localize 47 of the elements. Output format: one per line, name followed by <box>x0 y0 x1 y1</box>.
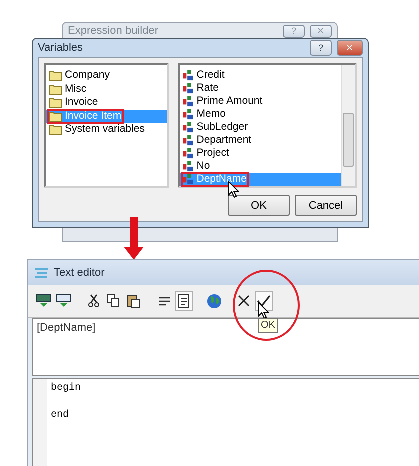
category-item[interactable]: Misc <box>46 82 167 96</box>
variable-item[interactable]: Rate <box>180 82 341 95</box>
down-arrow <box>124 217 144 260</box>
screen-icon <box>56 294 72 308</box>
align-icon <box>158 296 170 306</box>
code-editor[interactable]: begin end <box>47 379 86 466</box>
variable-icon <box>182 109 194 120</box>
variable-icon <box>182 83 194 94</box>
copy-icon <box>107 294 121 308</box>
check-icon <box>257 295 271 307</box>
folder-icon <box>49 84 62 95</box>
variable-item[interactable]: Prime Amount <box>180 95 341 108</box>
scissors-icon <box>88 294 100 308</box>
variable-item[interactable]: SubLedger <box>180 121 341 134</box>
window-title: Variables <box>38 42 84 54</box>
variable-icon <box>182 122 194 133</box>
tooltip: OK <box>258 318 278 333</box>
window-title: Expression builder <box>68 25 160 37</box>
window-title: Text editor <box>54 266 106 278</box>
variable-item[interactable]: Credit <box>180 69 341 82</box>
pointer-icon <box>258 302 269 319</box>
variable-item[interactable]: Department <box>180 134 341 147</box>
variable-icon <box>182 70 194 81</box>
variable-icon <box>182 96 194 107</box>
paste-icon <box>127 294 141 308</box>
variable-item[interactable]: Memo <box>180 108 341 121</box>
globe-icon <box>206 294 222 308</box>
category-item[interactable]: System variables <box>46 123 167 136</box>
variable-item[interactable]: No <box>180 160 341 173</box>
variable-icon <box>182 148 194 159</box>
cancel-button[interactable]: Cancel <box>295 195 357 216</box>
category-item[interactable]: Invoice <box>46 96 167 110</box>
variable-icon <box>182 161 194 172</box>
help-button[interactable]: ? <box>310 40 332 56</box>
variable-icon <box>182 174 194 185</box>
app-icon <box>34 266 50 278</box>
toolbar-button[interactable] <box>175 291 193 311</box>
category-item[interactable]: Company <box>46 69 167 82</box>
screen-icon <box>36 294 52 308</box>
folder-icon <box>49 70 62 82</box>
variable-item[interactable]: Project <box>180 147 341 160</box>
page-icon <box>178 294 190 308</box>
folder-icon <box>49 110 62 122</box>
variable-icon <box>182 135 194 146</box>
ok-button[interactable]: OK <box>228 195 290 216</box>
close-icon <box>238 295 250 307</box>
scrollbar[interactable] <box>341 65 355 186</box>
